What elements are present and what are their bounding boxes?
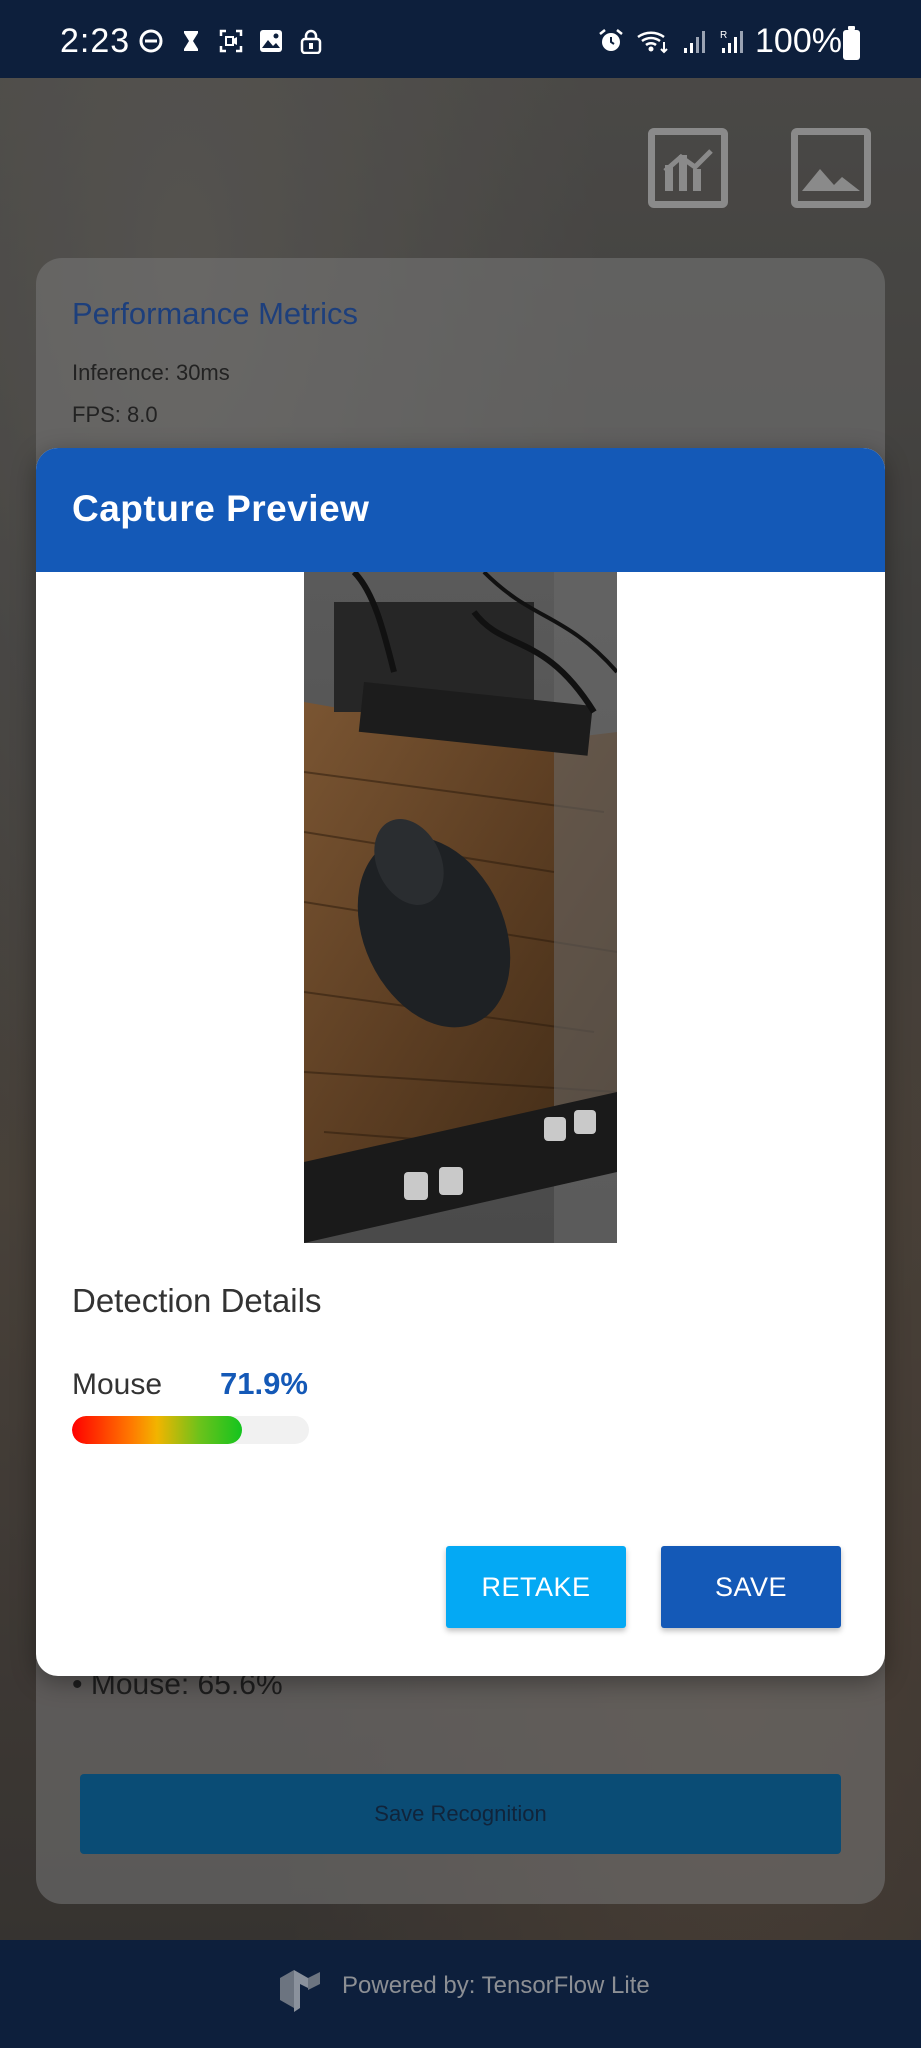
fps-value: FPS: 8.0 (72, 402, 158, 427)
hourglass-icon (184, 31, 198, 51)
inference-time: Inference: 30ms (72, 360, 230, 385)
image-icon[interactable] (791, 128, 871, 208)
performance-metrics-title: Performance Metrics (72, 296, 358, 331)
wifi-icon (637, 31, 668, 54)
tensorflow-logo-icon (280, 1970, 320, 2012)
battery-percentage: 100% (755, 22, 842, 60)
chart-icon[interactable] (648, 128, 728, 208)
gallery-icon (260, 30, 282, 52)
status-time: 2:23 (60, 22, 131, 60)
save-recognition-button[interactable]: Save Recognition (80, 1774, 841, 1854)
capture-preview-dialog: Capture Preview Detection Details Mouse … (36, 448, 885, 1676)
screen-record-icon (219, 29, 243, 53)
dnd-icon (139, 29, 163, 53)
status-left-icons (138, 28, 324, 54)
status-bar: 2:23 R 100% (0, 0, 921, 78)
dialog-title: Capture Preview (72, 488, 370, 529)
confidence-bar-fill (72, 1416, 243, 1444)
status-right-icons: R (598, 28, 746, 54)
detection-details-title: Detection Details (72, 1282, 322, 1319)
confidence-bar (72, 1416, 309, 1444)
alarm-icon (599, 29, 623, 51)
save-button[interactable]: SAVE (661, 1546, 841, 1628)
detection-confidence: 71.9% (220, 1366, 308, 1401)
captured-image (304, 572, 617, 1243)
lock-icon (300, 29, 322, 54)
powered-by-text: Powered by: TensorFlow Lite (342, 1972, 650, 1999)
battery-icon (843, 26, 860, 60)
signal-icon (684, 31, 705, 53)
detection-label: Mouse (72, 1368, 163, 1401)
retake-button[interactable]: RETAKE (446, 1546, 626, 1628)
roaming-signal-icon: R (720, 30, 743, 53)
dialog-header: Capture Preview (36, 448, 885, 572)
svg-text:R: R (720, 30, 727, 41)
